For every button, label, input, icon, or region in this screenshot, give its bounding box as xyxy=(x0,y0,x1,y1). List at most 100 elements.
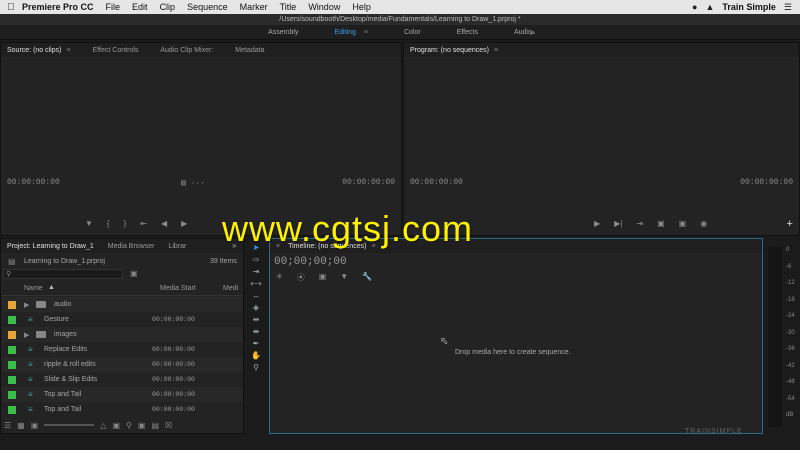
label-color-swatch[interactable] xyxy=(8,360,16,369)
rolling-edit-tool-icon[interactable]: ⟷ xyxy=(250,279,261,288)
menu-sequence[interactable]: Sequence xyxy=(187,2,228,12)
timeline-timecode[interactable]: 00;00;00;00 xyxy=(274,256,347,268)
slide-tool-icon[interactable]: ⇼ xyxy=(253,327,260,336)
list-view-icon[interactable]: ☰ xyxy=(4,421,11,430)
clip-row[interactable]: ≡ Top and Tail 00:00:00:00 xyxy=(2,402,242,417)
menu-marker[interactable]: Marker xyxy=(240,2,268,12)
mark-in-icon[interactable]: { xyxy=(107,219,110,228)
label-color-swatch[interactable] xyxy=(8,390,16,399)
clip-row[interactable]: ≡ ripple & roll edits 00:00:00:00 xyxy=(2,357,242,372)
workspace-overflow-icon[interactable]: » xyxy=(530,27,535,37)
tab-source[interactable]: Source: (no clips) ≡ xyxy=(7,47,71,54)
zoom-tool-icon[interactable]: ⚲ xyxy=(253,363,259,372)
tab-metadata[interactable]: Metadata xyxy=(235,47,264,54)
menu-help[interactable]: Help xyxy=(352,2,371,12)
menu-window[interactable]: Window xyxy=(308,2,340,12)
new-bin-bottom-icon[interactable]: ▣ xyxy=(138,421,146,430)
linked-selection-icon[interactable]: ▣ xyxy=(319,272,327,283)
step-forward-icon[interactable]: ▶| xyxy=(614,219,622,228)
column-more[interactable]: Medi xyxy=(223,285,238,292)
sequence-clip-icon: ≡ xyxy=(28,405,33,414)
column-name[interactable]: Name xyxy=(24,285,43,292)
bin-row[interactable]: ▶ images xyxy=(2,327,242,342)
go-to-out-icon[interactable]: ⇥ xyxy=(636,219,643,228)
fit-icon[interactable]: ▤ ··· xyxy=(181,178,205,188)
account-name[interactable]: Train Simple xyxy=(722,2,776,12)
clip-row[interactable]: ≡ Slide & Slip Edits 00:00:00:00 xyxy=(2,372,242,387)
workspace-color[interactable]: Color xyxy=(404,29,421,36)
sort-ascending-icon[interactable]: ▲ xyxy=(48,284,55,291)
bin-row[interactable]: ▶ audio xyxy=(2,297,242,312)
tab-program[interactable]: Program: (no sequences) ≡ xyxy=(410,47,498,54)
column-media-start[interactable]: Media Start xyxy=(160,285,196,292)
snap-icon[interactable]: ⦿ xyxy=(297,272,305,283)
menu-list-icon[interactable]: ☰ xyxy=(784,2,792,13)
lift-icon[interactable]: ▣ xyxy=(657,219,665,228)
panel-menu-icon[interactable]: ≡ xyxy=(494,47,498,54)
sequence-clip-icon: ≡ xyxy=(28,360,33,369)
disclosure-triangle-icon[interactable]: ▶ xyxy=(24,331,32,339)
razor-tool-icon[interactable]: ◈ xyxy=(253,303,259,312)
label-color-swatch[interactable] xyxy=(8,345,16,354)
wifi-icon[interactable]: ▲ xyxy=(705,2,714,12)
extract-icon[interactable]: ▣ xyxy=(679,219,687,228)
clip-row[interactable]: ≡ Top and Tail 00:00:00:00 xyxy=(2,387,242,402)
go-to-in-icon[interactable]: ⇤ xyxy=(140,219,147,228)
menu-edit[interactable]: Edit xyxy=(132,2,148,12)
freeform-view-icon[interactable]: ▣ xyxy=(31,421,39,430)
settings-wrench-icon[interactable]: 🔧 xyxy=(362,272,372,283)
pen-tool-icon[interactable]: ✒ xyxy=(253,339,260,348)
label-color-swatch[interactable] xyxy=(8,405,16,414)
meter-level-label: -18 xyxy=(786,296,795,303)
tab-libraries[interactable]: Librar xyxy=(168,243,186,250)
marker-icon[interactable]: ▼ xyxy=(85,219,93,228)
workspace-menu-icon[interactable]: ≡ xyxy=(364,29,368,36)
project-search-input[interactable]: ⚲ xyxy=(3,269,123,279)
workspace-editing[interactable]: Editing ≡ xyxy=(334,29,368,36)
app-menu[interactable]: Premiere Pro CC xyxy=(22,2,94,12)
menu-title[interactable]: Title xyxy=(280,2,297,12)
slip-tool-icon[interactable]: ⇹ xyxy=(253,315,260,324)
label-color-swatch[interactable] xyxy=(8,315,16,324)
add-marker-icon[interactable]: ▼ xyxy=(340,272,348,283)
ripple-edit-tool-icon[interactable]: ⇥ xyxy=(253,267,260,276)
rate-stretch-tool-icon[interactable]: ↔ xyxy=(252,291,260,300)
program-timecode-current[interactable]: 00:00:00:00 xyxy=(410,178,463,187)
menu-file[interactable]: File xyxy=(106,2,121,12)
sort-icon[interactable]: △ xyxy=(100,421,106,430)
label-color-swatch[interactable] xyxy=(8,300,16,309)
tab-media-browser[interactable]: Media Browser xyxy=(108,243,155,250)
disclosure-triangle-icon[interactable]: ▶ xyxy=(24,301,32,309)
zoom-slider[interactable] xyxy=(44,424,95,426)
new-bin-icon[interactable]: ▣ xyxy=(130,269,138,278)
apple-icon[interactable]:  xyxy=(0,2,22,13)
clip-row[interactable]: ≡ Gesture 00:00:00:00 xyxy=(2,312,242,327)
panel-menu-icon[interactable]: ≡ xyxy=(66,47,70,54)
clear-icon[interactable]: ☒ xyxy=(165,421,172,430)
workspace-assembly[interactable]: Assembly xyxy=(268,29,298,36)
hand-tool-icon[interactable]: ✋ xyxy=(251,351,261,360)
play-icon[interactable]: ▶ xyxy=(181,219,187,228)
label-color-swatch[interactable] xyxy=(8,330,16,339)
label-color-swatch[interactable] xyxy=(8,375,16,384)
menubar-status: ● ▲ Train Simple ☰ xyxy=(692,2,800,13)
add-button-icon[interactable]: + xyxy=(786,219,793,231)
source-timecode-current[interactable]: 00:00:00:00 xyxy=(7,178,60,187)
export-frame-icon[interactable]: ◉ xyxy=(700,219,707,228)
play-icon[interactable]: ▶ xyxy=(594,219,600,228)
tab-effect-controls[interactable]: Effect Controls xyxy=(93,47,139,54)
tab-audio-clip-mixer[interactable]: Audio Clip Mixer: xyxy=(160,47,213,54)
mark-out-icon[interactable]: } xyxy=(124,219,127,228)
tab-project[interactable]: Project: Learning to Draw_1 xyxy=(7,243,94,250)
track-select-tool-icon[interactable]: ⇨ xyxy=(253,255,260,264)
workspace-effects[interactable]: Effects xyxy=(457,29,478,36)
step-back-icon[interactable]: ◀ xyxy=(161,219,167,228)
nest-icon[interactable]: ✳ xyxy=(276,272,283,283)
creative-cloud-icon[interactable]: ● xyxy=(692,2,697,12)
clip-row[interactable]: ≡ Replace Edits 00:00:00:00 xyxy=(2,342,242,357)
new-item-icon[interactable]: ▤ xyxy=(151,421,159,430)
menu-clip[interactable]: Clip xyxy=(160,2,176,12)
find-icon[interactable]: ⚲ xyxy=(126,421,132,430)
automate-icon[interactable]: ▣ xyxy=(112,421,120,430)
icon-view-icon[interactable]: ▦ xyxy=(17,421,25,430)
